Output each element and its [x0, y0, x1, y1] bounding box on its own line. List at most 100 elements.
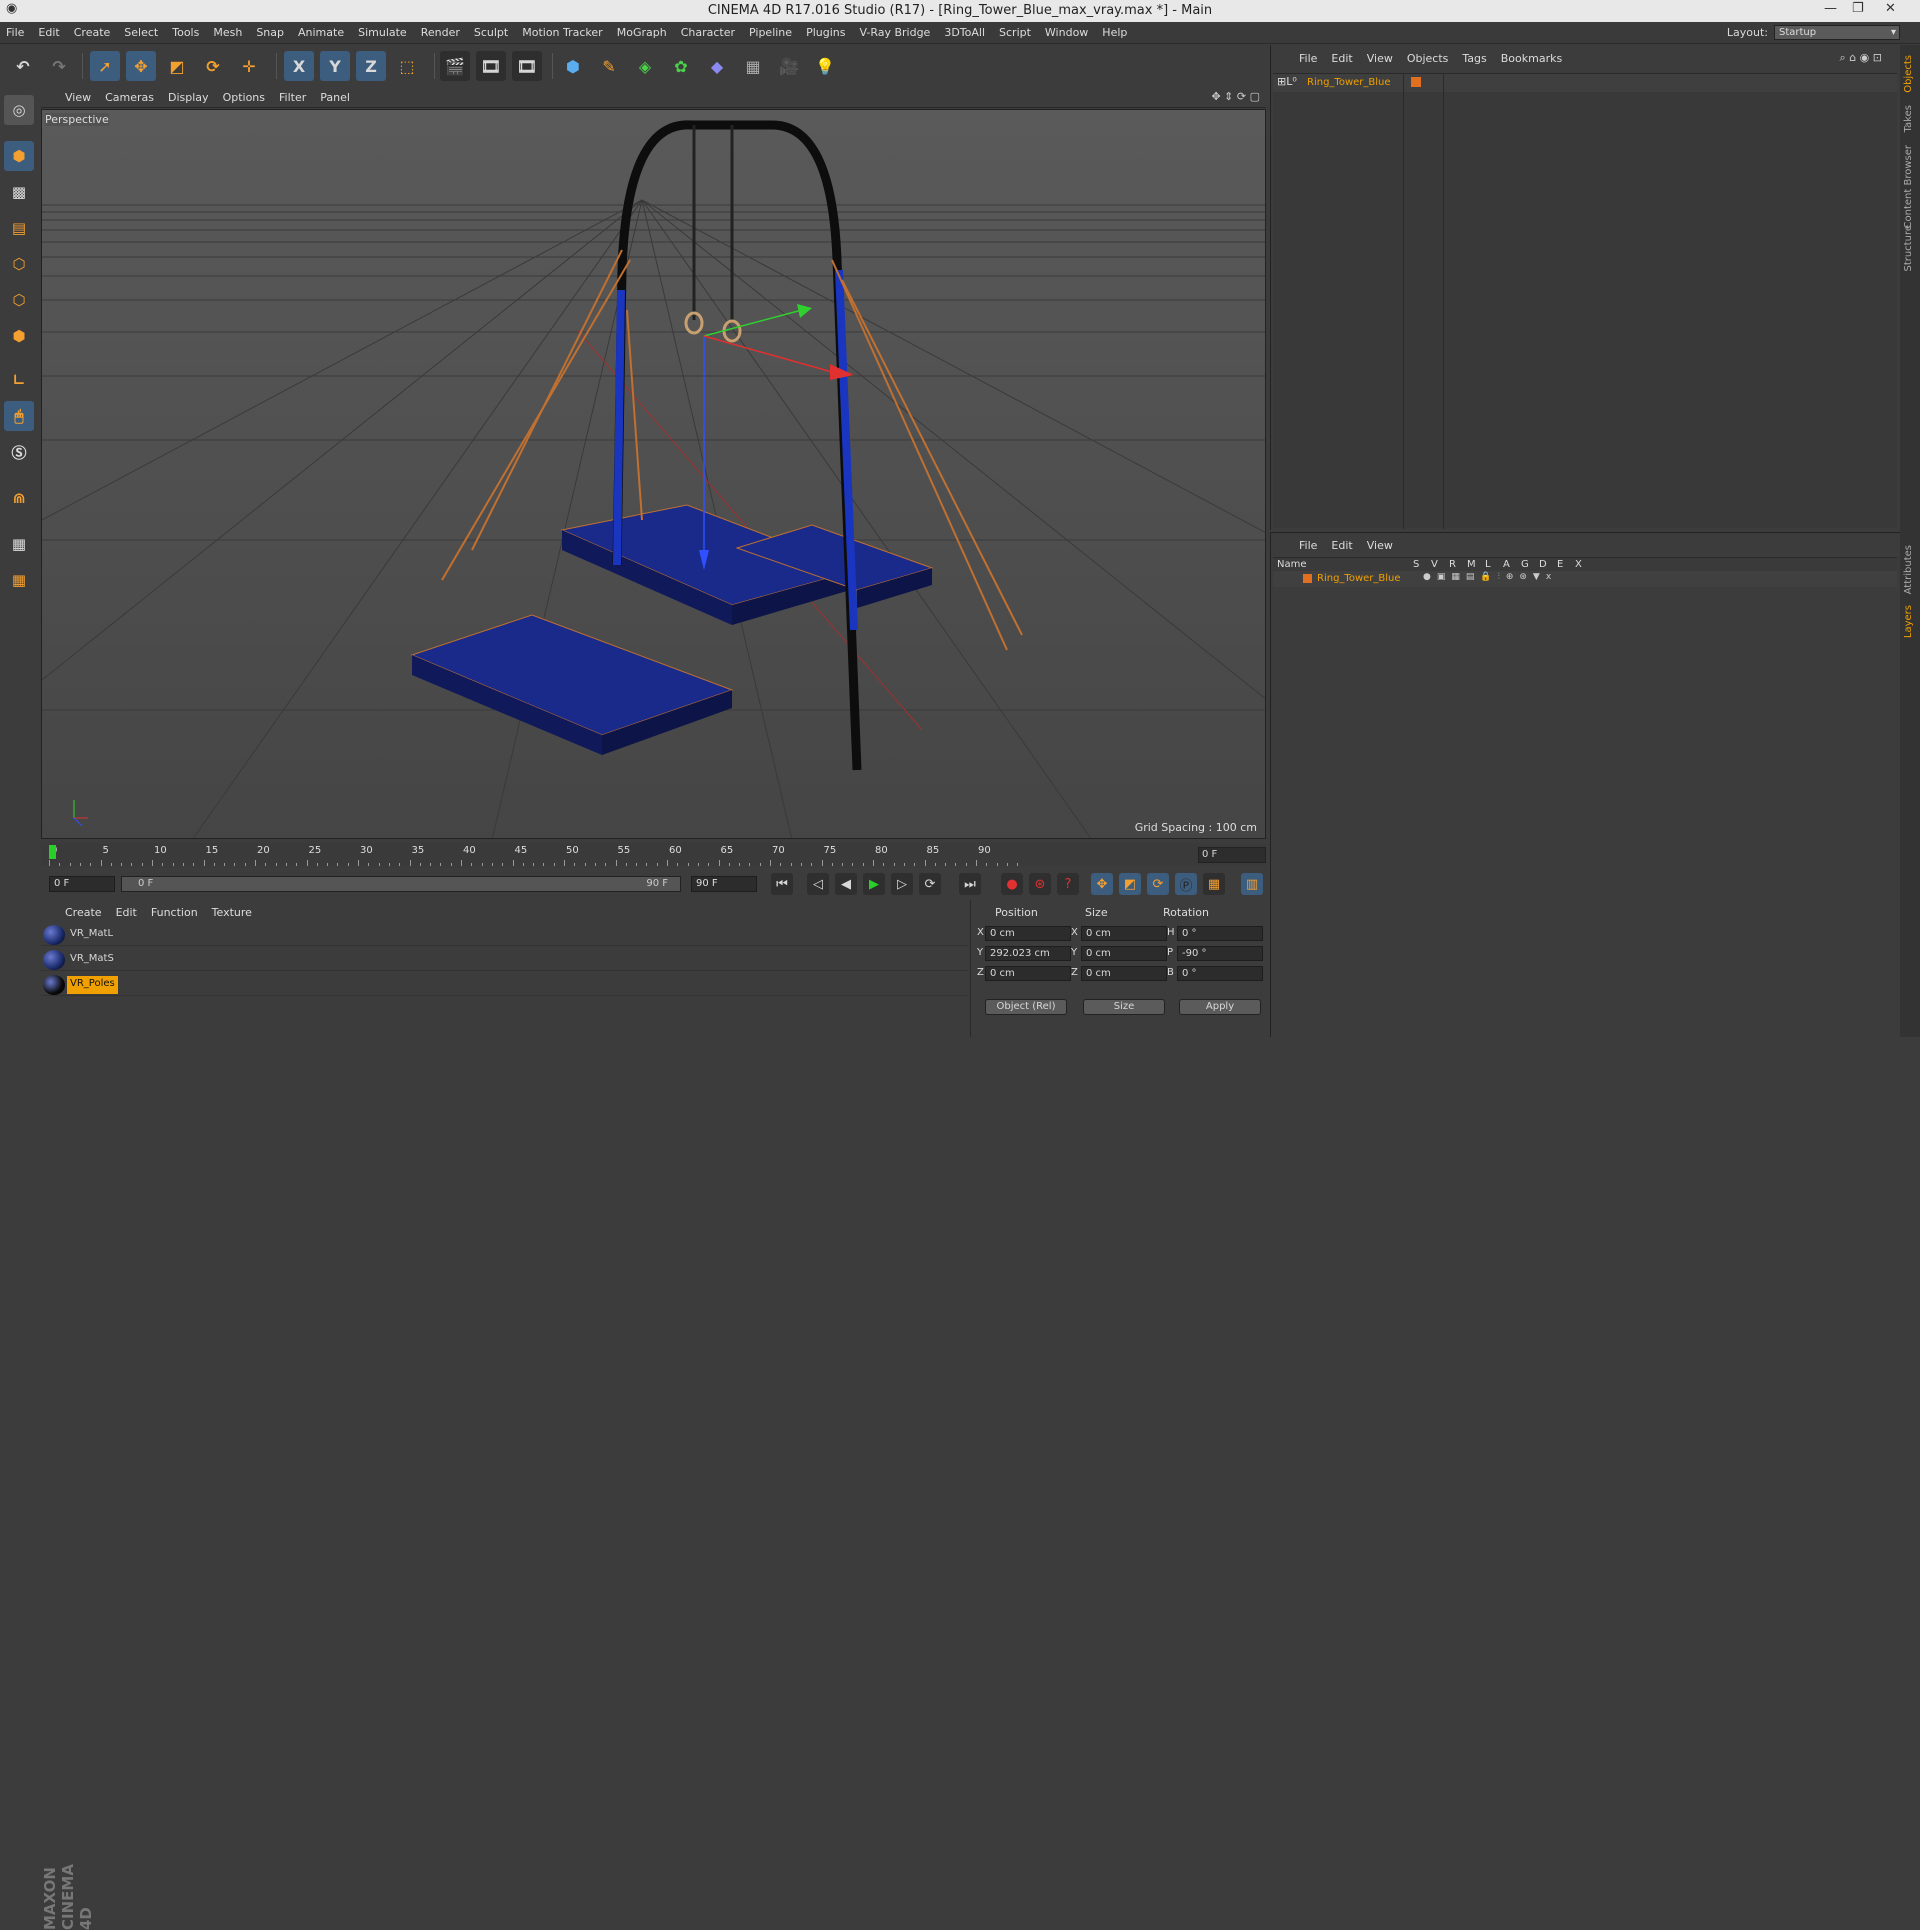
start-frame-field[interactable]: 0 F: [49, 876, 115, 892]
render-settings-icon[interactable]: 🎞: [512, 51, 542, 81]
make-editable-icon[interactable]: ◎: [4, 95, 34, 125]
tab-takes[interactable]: Takes: [1903, 105, 1914, 132]
apply-button[interactable]: Apply: [1179, 999, 1261, 1015]
preview-range-slider[interactable]: 0 F 90 F: [121, 876, 681, 892]
end-frame-field[interactable]: 90 F: [691, 876, 757, 892]
play-icon[interactable]: ▶: [863, 873, 885, 895]
material-name[interactable]: VR_MatL: [67, 926, 116, 944]
material-row[interactable]: VR_MatL: [41, 924, 968, 946]
viewport-menu-display[interactable]: Display: [168, 91, 209, 104]
menu-tools[interactable]: Tools: [172, 26, 199, 39]
record-icon[interactable]: ●: [1001, 873, 1023, 895]
pen-icon[interactable]: ✎: [594, 51, 624, 81]
position-z-field[interactable]: 0 cm: [985, 966, 1071, 981]
layer-menu-file[interactable]: File: [1299, 539, 1317, 552]
workplane-icon[interactable]: ▤: [4, 213, 34, 243]
menu-mesh[interactable]: Mesh: [213, 26, 242, 39]
key-rotation-icon[interactable]: ⟳: [1147, 873, 1169, 895]
axis-mode-icon[interactable]: ∟: [4, 365, 34, 395]
size-mode-dropdown[interactable]: Size: [1083, 999, 1165, 1015]
timeline-ruler[interactable]: 051015202530354045505560657075808590: [41, 843, 1266, 866]
redo-icon[interactable]: ↷: [44, 51, 74, 81]
lock-workplane-icon[interactable]: ▦: [4, 529, 34, 559]
material-swatch[interactable]: [43, 950, 65, 970]
position-y-field[interactable]: 292.023 cm: [985, 946, 1071, 961]
goto-start-icon[interactable]: ⏮: [771, 873, 793, 895]
key-scale-icon[interactable]: ◩: [1119, 873, 1141, 895]
layer-column-g[interactable]: G: [1521, 559, 1529, 570]
object-menu-file[interactable]: File: [1299, 52, 1317, 65]
tweak-mode-icon[interactable]: 🖱: [4, 401, 34, 431]
size-x-field[interactable]: 0 cm: [1081, 926, 1167, 941]
layer-column-x[interactable]: X: [1575, 559, 1582, 570]
rotate-icon[interactable]: ⟳: [198, 51, 228, 81]
material-name[interactable]: VR_Poles: [67, 976, 118, 994]
object-layer-tag[interactable]: [1411, 77, 1421, 87]
z-axis-lock[interactable]: Z: [356, 51, 386, 81]
viewport-menu-cameras[interactable]: Cameras: [105, 91, 154, 104]
layer-color-swatch[interactable]: [1303, 574, 1312, 583]
menu-edit[interactable]: Edit: [38, 26, 59, 39]
layer-column-e[interactable]: E: [1557, 559, 1563, 570]
object-menu-view[interactable]: View: [1367, 52, 1393, 65]
object-name[interactable]: Ring_Tower_Blue: [1307, 77, 1391, 88]
object-menu-bookmarks[interactable]: Bookmarks: [1501, 52, 1562, 65]
snap-icon[interactable]: Ⓢ: [4, 437, 34, 467]
material-menu-edit[interactable]: Edit: [116, 906, 137, 919]
object-menu-edit[interactable]: Edit: [1331, 52, 1352, 65]
layer-column-r[interactable]: R: [1449, 559, 1456, 570]
menu-select[interactable]: Select: [124, 26, 158, 39]
keyframe-selection-icon[interactable]: ?: [1057, 873, 1079, 895]
material-row[interactable]: VR_Poles: [41, 974, 968, 996]
viewport-nav-icons[interactable]: ✥ ⇕ ⟳ ▢: [1211, 90, 1260, 103]
last-tool-icon[interactable]: ✛: [234, 51, 264, 81]
object-row[interactable]: ⊞L⁰ Ring_Tower_Blue: [1273, 74, 1897, 92]
next-frame-icon[interactable]: ▷: [891, 873, 913, 895]
layer-column-d[interactable]: D: [1539, 559, 1547, 570]
object-manager-search-icon[interactable]: ⌕ ⌂ ◉ ⊡: [1840, 51, 1882, 65]
rotation-z-field[interactable]: 0 °: [1177, 966, 1263, 981]
rotation-x-field[interactable]: 0 °: [1177, 926, 1263, 941]
restore-button[interactable]: ❐: [1852, 1, 1864, 16]
layout-dropdown[interactable]: Startup: [1774, 25, 1900, 40]
tab-content-browser[interactable]: Content Browser: [1903, 145, 1914, 228]
prev-key-icon[interactable]: ◁: [807, 873, 829, 895]
menu-script[interactable]: Script: [999, 26, 1031, 39]
tab-structure[interactable]: Structure: [1903, 225, 1914, 272]
array-icon[interactable]: ✿: [666, 51, 696, 81]
planar-workplane-icon[interactable]: ▦: [4, 565, 34, 595]
menu-file[interactable]: File: [6, 26, 24, 39]
material-swatch[interactable]: [43, 975, 65, 995]
menu-create[interactable]: Create: [74, 26, 111, 39]
layer-menu-edit[interactable]: Edit: [1331, 539, 1352, 552]
layer-column-l[interactable]: L: [1485, 559, 1491, 570]
next-key-icon[interactable]: ⟳: [919, 873, 941, 895]
menu-window[interactable]: Window: [1045, 26, 1088, 39]
deformer-icon[interactable]: ◆: [702, 51, 732, 81]
layer-column-name[interactable]: Name: [1277, 559, 1307, 570]
close-button[interactable]: ✕: [1885, 1, 1896, 16]
object-menu-tags[interactable]: Tags: [1462, 52, 1486, 65]
menu-3dtoall[interactable]: 3DToAll: [944, 26, 985, 39]
prev-frame-icon[interactable]: ◀: [835, 873, 857, 895]
material-row[interactable]: VR_MatS: [41, 949, 968, 971]
key-parameter-icon[interactable]: Ⓟ: [1175, 873, 1197, 895]
viewport-menu-filter[interactable]: Filter: [279, 91, 306, 104]
current-frame-field[interactable]: 0 F: [1198, 847, 1266, 863]
material-menu-create[interactable]: Create: [65, 906, 102, 919]
menu-snap[interactable]: Snap: [256, 26, 284, 39]
menu-render[interactable]: Render: [421, 26, 460, 39]
tab-objects[interactable]: Objects: [1903, 55, 1914, 93]
layer-column-s[interactable]: S: [1413, 559, 1419, 570]
key-position-icon[interactable]: ✥: [1091, 873, 1113, 895]
cube-icon[interactable]: ⬢: [558, 51, 588, 81]
menu-character[interactable]: Character: [681, 26, 735, 39]
camera-icon[interactable]: 🎥: [774, 51, 804, 81]
layer-row[interactable]: Ring_Tower_Blue ●▣▦▤🔒⫶⊕⊛▼ⅹ: [1273, 571, 1897, 587]
undo-icon[interactable]: ↶: [8, 51, 38, 81]
tab-layers[interactable]: Layers: [1903, 605, 1914, 638]
minimize-button[interactable]: —: [1824, 1, 1837, 16]
floor-icon[interactable]: ▦: [738, 51, 768, 81]
x-axis-lock[interactable]: X: [284, 51, 314, 81]
texture-mode-icon[interactable]: ▩: [4, 177, 34, 207]
